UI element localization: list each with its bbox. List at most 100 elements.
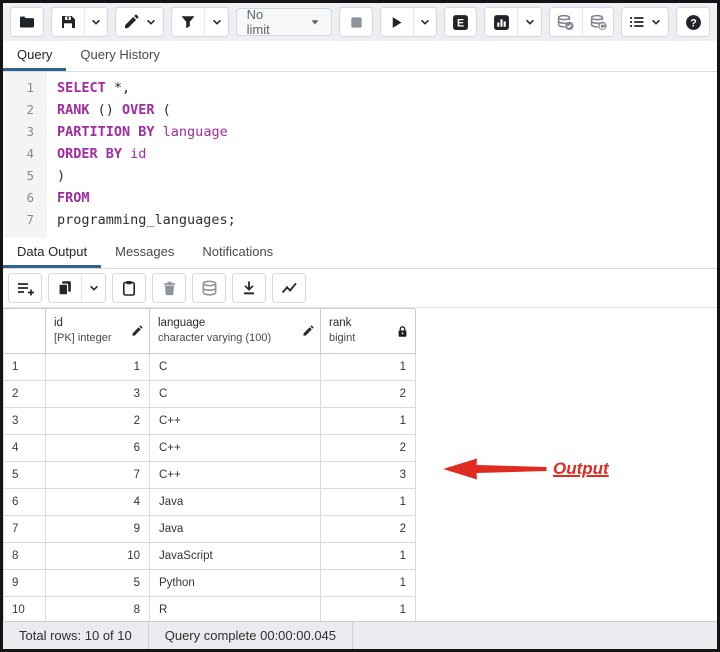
svg-text:E: E [457, 17, 464, 29]
cell-rank[interactable]: 2 [321, 516, 416, 543]
status-divider [352, 622, 353, 649]
cell-id[interactable]: 8 [46, 597, 150, 621]
download-results-button[interactable] [233, 274, 265, 302]
code-line: RANK () OVER ( [57, 99, 717, 121]
copy-button[interactable] [49, 274, 81, 302]
delete-row-button[interactable] [153, 274, 185, 302]
cell-id[interactable]: 4 [46, 489, 150, 516]
edit-pencil-icon[interactable] [131, 325, 143, 337]
tab-query[interactable]: Query [3, 41, 66, 71]
cell-rank[interactable]: 1 [321, 354, 416, 381]
cell-id[interactable]: 5 [46, 570, 150, 597]
cell-rank[interactable]: 3 [321, 462, 416, 489]
cell-rank[interactable]: 1 [321, 408, 416, 435]
save-options-dropdown[interactable] [84, 8, 108, 36]
copy-icon [57, 280, 73, 296]
row-limit-select[interactable]: No limit [236, 8, 332, 36]
add-row-button[interactable] [9, 274, 41, 302]
edit-pencil-icon[interactable] [302, 325, 314, 337]
execute-button[interactable] [381, 8, 413, 36]
copy-options-dropdown[interactable] [81, 274, 105, 302]
row-selector[interactable]: 8 [4, 543, 46, 570]
cell-language[interactable]: Python [150, 570, 321, 597]
cell-id[interactable]: 3 [46, 381, 150, 408]
tab-messages[interactable]: Messages [101, 238, 188, 268]
cell-rank[interactable]: 2 [321, 381, 416, 408]
chevron-down-icon [145, 16, 157, 28]
cell-rank[interactable]: 1 [321, 570, 416, 597]
chevron-down-icon [650, 16, 662, 28]
stop-icon [349, 15, 364, 30]
cell-id[interactable]: 10 [46, 543, 150, 570]
cell-language[interactable]: R [150, 597, 321, 621]
cell-id[interactable]: 6 [46, 435, 150, 462]
cell-id[interactable]: 7 [46, 462, 150, 489]
row-selector[interactable]: 2 [4, 381, 46, 408]
cell-language[interactable]: C [150, 381, 321, 408]
add-row-icon [17, 280, 34, 297]
row-selector[interactable]: 4 [4, 435, 46, 462]
explain-icon: E [452, 14, 469, 31]
graph-icon [281, 280, 298, 297]
column-header-rank[interactable]: rankbigint [321, 309, 416, 354]
save-data-changes-button[interactable] [193, 274, 225, 302]
cell-rank[interactable]: 1 [321, 543, 416, 570]
sql-code[interactable]: SELECT *, RANK () OVER ( PARTITION BY la… [47, 72, 717, 238]
graph-visualiser-button[interactable] [273, 274, 305, 302]
row-selector[interactable]: 6 [4, 489, 46, 516]
code-line: ORDER BY id [57, 143, 717, 165]
chevron-down-icon [524, 16, 536, 28]
chevron-down-icon [211, 16, 223, 28]
help-button[interactable]: ? [677, 8, 709, 36]
row-selector[interactable]: 1 [4, 354, 46, 381]
query-complete-status: Query complete 00:00:00.045 [149, 622, 352, 649]
cell-id[interactable]: 2 [46, 408, 150, 435]
line-number-gutter: 12 34 56 7 [3, 72, 47, 238]
row-limit-value: No limit [247, 7, 289, 37]
cell-rank[interactable]: 2 [321, 435, 416, 462]
tab-notifications[interactable]: Notifications [188, 238, 287, 268]
cell-language[interactable]: C++ [150, 462, 321, 489]
paste-button[interactable] [113, 274, 145, 302]
explain-options-dropdown[interactable] [517, 8, 541, 36]
code-line: SELECT *, [57, 77, 717, 99]
cell-language[interactable]: Java [150, 489, 321, 516]
row-selector[interactable]: 3 [4, 408, 46, 435]
tab-query-history[interactable]: Query History [66, 41, 173, 71]
total-rows-status: Total rows: 10 of 10 [3, 622, 148, 649]
row-selector[interactable]: 5 [4, 462, 46, 489]
stop-button[interactable] [340, 8, 372, 36]
cell-language[interactable]: C [150, 354, 321, 381]
row-selector[interactable]: 10 [4, 597, 46, 621]
cell-language[interactable]: C++ [150, 408, 321, 435]
explain-analyze-button[interactable] [485, 8, 517, 36]
lock-icon [396, 325, 409, 338]
row-selector[interactable]: 7 [4, 516, 46, 543]
cell-rank[interactable]: 1 [321, 489, 416, 516]
sql-editor[interactable]: 12 34 56 7 SELECT *, RANK () OVER ( PART… [3, 72, 717, 238]
cell-rank[interactable]: 1 [321, 597, 416, 621]
explain-button[interactable]: E [445, 8, 477, 36]
save-button[interactable] [52, 8, 84, 36]
macros-button[interactable] [622, 8, 668, 36]
cell-language[interactable]: C++ [150, 435, 321, 462]
filter-options-dropdown[interactable] [204, 8, 228, 36]
commit-button[interactable] [550, 8, 582, 36]
tab-data-output[interactable]: Data Output [3, 238, 101, 268]
filter-button[interactable] [172, 8, 204, 36]
row-selector[interactable]: 9 [4, 570, 46, 597]
column-header-language[interactable]: languagecharacter varying (100) [150, 309, 321, 354]
results-toolbar [3, 269, 717, 308]
cell-id[interactable]: 9 [46, 516, 150, 543]
cell-id[interactable]: 1 [46, 354, 150, 381]
data-grid: id[PK] integer languagecharacter varying… [3, 308, 415, 621]
cell-language[interactable]: Java [150, 516, 321, 543]
open-file-button[interactable] [11, 8, 43, 36]
cell-language[interactable]: JavaScript [150, 543, 321, 570]
select-all-header[interactable] [4, 309, 46, 354]
edit-dropdown-button[interactable] [116, 8, 163, 36]
column-header-id[interactable]: id[PK] integer [46, 309, 150, 354]
rollback-button[interactable] [582, 8, 614, 36]
execute-options-dropdown[interactable] [413, 8, 437, 36]
chevron-down-icon [88, 282, 100, 294]
